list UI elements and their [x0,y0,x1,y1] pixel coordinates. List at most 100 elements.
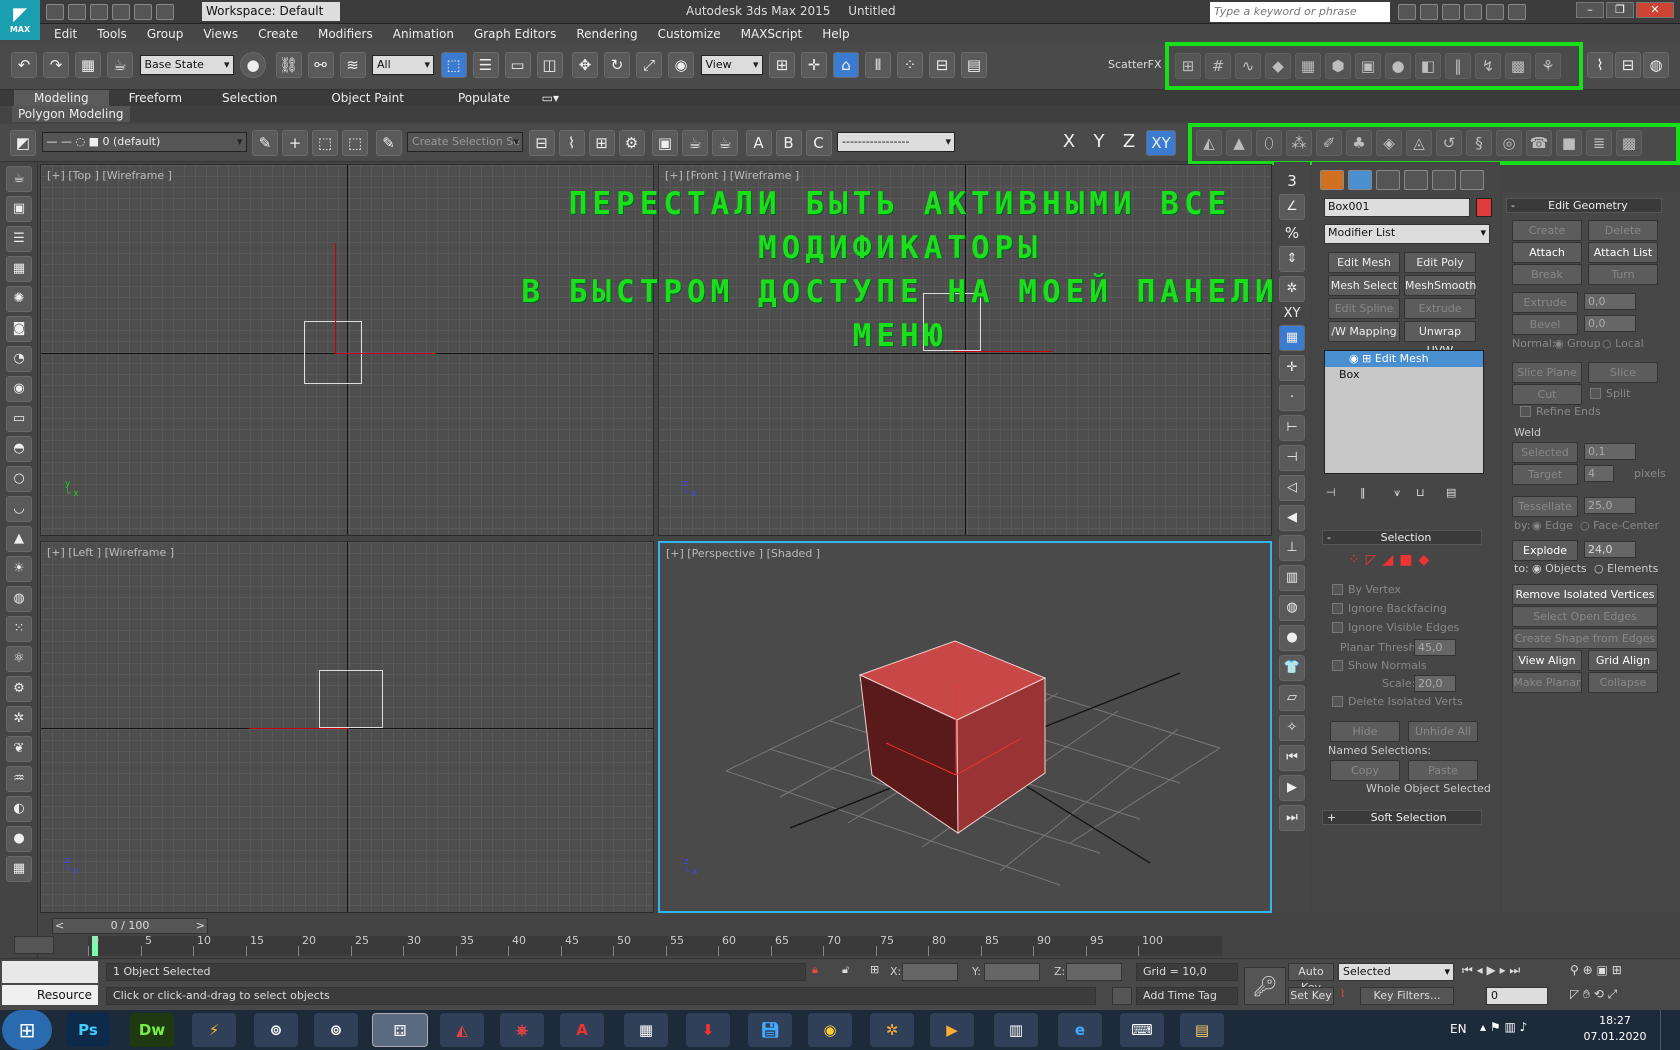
taskbar-autodesk-icon[interactable]: A [560,1013,604,1047]
axis-xy[interactable]: XY [1146,130,1176,156]
mirror-icon[interactable]: ⫴ [865,52,891,78]
polygon-icon[interactable]: ■ [1399,552,1418,568]
orbit-icon[interactable]: ⟲ [1594,987,1604,1001]
keyboard-shortcut-icon[interactable]: ⌂ [833,52,859,78]
by-edge-radio[interactable]: ◉ Edge [1532,519,1573,532]
resource-label[interactable]: Resource [2,985,98,1005]
weld-target-button[interactable]: Target [1512,464,1578,485]
modifier-taper-icon[interactable]: ◭ [1196,130,1222,156]
modifier-list-dropdown[interactable]: Modifier List ▾ [1324,224,1490,244]
key-icon[interactable] [1420,4,1438,20]
vertex-icon[interactable]: ⁘ [1348,552,1366,568]
render-c-icon[interactable]: C [805,130,832,156]
turn-button[interactable]: Turn [1588,264,1658,285]
lightbulb-icon[interactable]: ◉ ⊞ [1349,352,1375,365]
selection-filter-dropdown[interactable]: All [372,55,434,75]
render-active-icon[interactable]: ☕ [712,130,738,156]
dots-icon[interactable]: ⁙ [6,616,32,642]
modifier-shirt-icon[interactable]: ◈ [1376,130,1402,156]
tray-network-icon[interactable]: ▥ [1504,1020,1515,1034]
modifier-green-icon[interactable]: ■ [1556,130,1582,156]
cut-button[interactable]: Cut [1512,384,1582,405]
menu-modifiers[interactable]: Modifiers [308,24,383,44]
pin-stack-icon[interactable]: ⊣ [1326,486,1344,502]
modifier-bend-icon[interactable]: ∿ [1235,53,1261,79]
tessellate-tension-field[interactable]: 25,0 [1584,497,1636,514]
face-snap-icon[interactable]: ◀ [1279,505,1305,531]
taskbar-keyboard-icon[interactable]: ⌨ [1120,1013,1164,1047]
taskbar-dreamweaver[interactable]: Dw [130,1013,174,1047]
teapot-icon[interactable]: ☕ [107,52,133,78]
camera-icon[interactable]: ◙ [6,316,32,342]
modifier-path-deform-icon[interactable]: ↺ [1436,130,1462,156]
configure-sets-icon[interactable]: ▤ [1446,486,1464,502]
axis-y[interactable]: Y [1086,130,1112,156]
gear-icon[interactable]: ✲ [6,706,32,732]
motion-tab-icon[interactable] [1404,170,1428,190]
restore-icon[interactable]: ❐ [1606,2,1634,18]
menu-create[interactable]: Create [248,24,308,44]
state-sets-icon[interactable]: ▦ [75,52,101,78]
key-filter-curve-icon[interactable]: ⌇ [1340,987,1356,1005]
modifier-spherify-icon[interactable]: ⬢ [1325,53,1351,79]
hierarchy-tab-icon[interactable] [1376,170,1400,190]
curve-editor-icon[interactable]: ⌇ [1587,52,1613,78]
spinner-snap-icon[interactable]: ⇕ [1279,246,1305,272]
tessellate-button[interactable]: Tessellate [1512,496,1578,517]
modifier-spiral-icon[interactable]: § [1466,130,1492,156]
attach-list-button[interactable]: Attach List [1588,242,1658,263]
go-to-start-icon[interactable]: ⏮ [1462,963,1473,977]
field-of-view-icon[interactable]: ◸ [1570,987,1579,1001]
menu-animation[interactable]: Animation [383,24,464,44]
zoom-all-icon[interactable]: ⊕ [1583,963,1593,977]
set-key-icon[interactable]: 🔑︎ [1244,967,1286,1005]
plane-icon[interactable]: ▭ [6,406,32,432]
remove-isolated-vertices-button[interactable]: Remove Isolated Vertices [1512,584,1658,605]
bind-spacewarp-icon[interactable]: ≋ [339,52,366,78]
vertex-snap-icon[interactable]: · [1279,385,1305,411]
language-indicator[interactable]: EN [1450,1022,1467,1036]
open-file-icon[interactable] [68,4,86,20]
utilities-tab-icon[interactable] [1460,170,1484,190]
modifier-noise-icon[interactable]: ▩ [1505,53,1531,79]
redo-icon[interactable] [134,4,152,20]
render-setup-icon[interactable]: ⚙ [618,130,645,156]
current-frame-field[interactable]: 0 [1486,987,1548,1005]
viewport-front-label[interactable]: [+] [Front ] [Wireframe ] [665,169,799,182]
align-icon[interactable]: ⊟ [929,52,955,78]
modifier-ffd-icon[interactable]: ◧ [1415,53,1441,79]
search-input[interactable]: Type a keyword or phrase [1210,2,1390,22]
selection-rollout-header[interactable]: - Selection [1322,530,1482,545]
taskbar-media-player-icon[interactable]: ▶ [930,1013,974,1047]
ref-coord-dropdown[interactable]: View [700,55,763,75]
select-manipulate-icon[interactable]: ✛ [801,52,827,78]
modifier-symmetry-icon[interactable]: ‖ [1445,53,1471,79]
create-shape-from-edges-button[interactable]: Create Shape from Edges [1512,628,1658,649]
modifier-shell-icon[interactable]: ◆ [1265,53,1291,79]
hair-fur-icon[interactable]: ♒ [6,766,32,792]
selection-lock-icon[interactable]: 🔒︎ [812,963,818,977]
weld-threshold-field[interactable]: 0,1 [1584,443,1636,460]
menu-customize[interactable]: Customize [648,24,731,44]
redo-icon[interactable]: ↷ [43,52,69,78]
add-time-tag-button[interactable]: Add Time Tag [1136,987,1238,1005]
taskbar-3dsmax-active-icon[interactable]: ⚃ [372,1013,428,1047]
modifier-slice-icon[interactable]: ◬ [1406,130,1432,156]
modify-tab-icon[interactable] [1348,170,1372,190]
state-set-dropdown[interactable]: Base State [139,55,234,75]
modifier-cylinder-icon[interactable]: ⬯ [1256,130,1282,156]
menu-tools[interactable]: Tools [87,24,137,44]
display-tab-icon[interactable] [1432,170,1456,190]
time-slider[interactable]: <0 / 100 > [52,918,208,934]
time-slider-next-icon[interactable]: > [196,919,205,932]
meshsmooth-button[interactable]: MeshSmooth [1404,275,1476,296]
modifier-checker-icon[interactable]: ▩ [1616,130,1642,156]
tab-selection[interactable]: Selection [202,90,297,106]
maximize-viewport-icon[interactable]: ⤢ [1608,987,1618,1001]
taskbar-ie-icon[interactable]: e [1058,1013,1102,1047]
make-unique-icon[interactable]: ⩛ [1394,486,1412,502]
modifier-lattice-icon[interactable]: # [1205,53,1231,79]
edit-named-selection-icon[interactable]: ✎ [375,130,402,156]
taskbar-clock[interactable]: 18:27 07.01.2020 [1580,1013,1650,1045]
select-in-layer-icon[interactable]: ⬚ [312,130,338,156]
